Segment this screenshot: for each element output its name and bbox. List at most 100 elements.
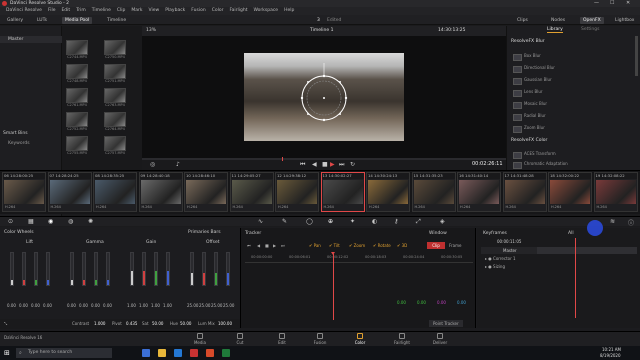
library-tab[interactable]: Library <box>547 27 563 33</box>
menu-item[interactable]: Playback <box>165 8 185 13</box>
close-button[interactable]: ✕ <box>626 0 630 7</box>
luts-button[interactable]: LUTs <box>34 17 50 24</box>
wheel-value[interactable]: 1.00 <box>127 303 136 308</box>
page-tab-media[interactable]: Media <box>180 332 220 345</box>
clip-thumbnail[interactable]: 12 14:29:38:12 H.264 <box>275 172 319 212</box>
taskbar-search[interactable]: ⌕ Type here to search <box>16 348 112 358</box>
wheel-value[interactable]: 0.00 <box>67 303 76 308</box>
smart-bin-keywords[interactable]: Keywords <box>8 141 30 146</box>
media-thumbnail[interactable]: C2757.MP4 <box>104 136 126 155</box>
primary-bar[interactable] <box>10 252 14 286</box>
zoom-checkbox[interactable]: ✔ Zoom <box>349 241 365 250</box>
clip-thumbnail[interactable]: 18 14:32:00:22 H.264 <box>548 172 592 212</box>
primary-bar[interactable] <box>166 252 170 286</box>
primary-bar[interactable] <box>106 252 110 286</box>
menu-item[interactable]: Trim <box>76 8 86 13</box>
maximize-button[interactable]: ☐ <box>610 0 614 7</box>
clip-thumbnail[interactable]: 15 14:31:35:23 H.264 <box>411 172 456 212</box>
primary-bar[interactable] <box>202 252 206 286</box>
media-thumbnail[interactable]: C2744.MP4 <box>66 40 88 59</box>
wheel-mode-icon[interactable]: ⤡ <box>4 319 7 329</box>
window-icon[interactable]: ◯ <box>306 218 313 225</box>
menu-item[interactable]: Clip <box>117 8 126 13</box>
contrast-value[interactable]: 1.000 <box>94 319 105 329</box>
rotate-checkbox[interactable]: ✔ Rotate <box>373 241 391 250</box>
menu-item[interactable]: Edit <box>61 8 70 13</box>
primary-bar[interactable] <box>94 252 98 286</box>
qualifier-icon[interactable]: ✎ <box>282 218 287 225</box>
menu-item[interactable]: Color <box>212 8 224 13</box>
wheel-value[interactable]: 1.00 <box>151 303 160 308</box>
primary-bar[interactable] <box>214 252 218 286</box>
clip-thumbnail[interactable]: 07 14:28:24:25 H.264 <box>47 172 92 212</box>
office-icon[interactable] <box>206 349 214 357</box>
clip-mode-button[interactable]: Clip <box>427 242 445 249</box>
3d-icon[interactable]: ◈ <box>440 218 445 225</box>
primaries-bars-tab[interactable]: Primaries Bars <box>188 230 221 235</box>
lum-mix-value[interactable]: 100.00 <box>218 319 232 329</box>
openfx-button[interactable]: OpenFX <box>580 17 604 24</box>
wheel-value[interactable]: 0.00 <box>79 303 88 308</box>
clip-thumbnail[interactable]: 19 14:32:08:22 H.264 <box>593 172 638 212</box>
settings-tab[interactable]: Settings <box>581 27 599 32</box>
wheel-value[interactable]: 0.00 <box>19 303 28 308</box>
wheel-value[interactable]: 25.00 <box>223 303 234 308</box>
primary-bar[interactable] <box>82 252 86 286</box>
wheel-value[interactable]: 0.00 <box>91 303 100 308</box>
timeline-button[interactable]: Timeline <box>104 17 129 24</box>
clip-thumbnail[interactable]: 11 14:29:05:27 H.264 <box>229 172 274 212</box>
color-match-icon[interactable]: ▦ <box>28 218 34 225</box>
excel-icon[interactable] <box>222 349 230 357</box>
window-mode-label[interactable]: Window <box>429 231 447 236</box>
page-tab-edit[interactable]: Edit <box>262 332 302 345</box>
library-scrollbar[interactable] <box>635 36 638 76</box>
menu-item[interactable]: DaVinci Resolve <box>6 8 42 13</box>
magic-mask-icon[interactable]: ✦ <box>350 218 355 225</box>
clip-thumbnail[interactable]: 14 14:30:24:13 H.264 <box>366 172 410 212</box>
media-thumbnail[interactable]: C2752.MP4 <box>66 112 88 131</box>
primary-bar[interactable] <box>190 252 194 286</box>
clip-thumbnail[interactable]: 09 14:28:40:18 H.264 <box>138 172 183 212</box>
loop-button[interactable]: ↻ <box>350 161 355 168</box>
wheel-value[interactable]: 1.00 <box>163 303 172 308</box>
timeline-name[interactable]: Timeline 1 <box>310 28 333 33</box>
keyframes-corrector-row[interactable]: ▸ ● Corrector 1 <box>485 256 516 261</box>
reverse-button[interactable]: ◀ <box>312 161 317 168</box>
media-thumbnail[interactable]: C2764.MP4 <box>104 112 126 131</box>
fx-item[interactable]: ACES Transform <box>510 150 630 159</box>
frame-mode-button[interactable]: Frame <box>449 241 461 250</box>
blur-icon[interactable]: ◐ <box>372 218 377 225</box>
play-button[interactable]: ▶ <box>330 161 335 168</box>
primary-bar[interactable] <box>154 252 158 286</box>
primary-bar[interactable] <box>226 252 230 286</box>
tilt-checkbox[interactable]: ✔ Tilt <box>329 241 340 250</box>
gallery-button[interactable]: Gallery <box>4 17 26 24</box>
fx-item[interactable]: Box Blur <box>510 52 630 61</box>
viewer-zoom[interactable]: 13% <box>146 28 156 33</box>
camera-raw-icon[interactable]: ⊙ <box>8 218 13 225</box>
pan-checkbox[interactable]: ✔ Pan <box>309 241 321 250</box>
page-tab-fairlight[interactable]: Fairlight <box>382 332 422 345</box>
keyframes-playhead[interactable] <box>575 238 576 318</box>
wheel-value[interactable]: 25.00 <box>187 303 198 308</box>
clip-thumbnail[interactable]: 08 14:28:35:25 H.264 <box>93 172 137 212</box>
fx-item[interactable]: Directional Blur <box>510 64 630 73</box>
track-forward-icon[interactable]: ▶ <box>273 241 276 250</box>
scopes-icon[interactable]: ≋ <box>610 218 615 225</box>
primary-bar[interactable] <box>130 252 134 286</box>
menu-item[interactable]: Mark <box>131 8 142 13</box>
3d-checkbox[interactable]: ✔ 3D <box>397 241 407 250</box>
fx-item[interactable]: Lens Blur <box>510 88 630 97</box>
minimize-button[interactable]: — <box>594 0 599 7</box>
wheel-value[interactable]: 0.00 <box>7 303 16 308</box>
menu-item[interactable]: Fairlight <box>229 8 247 13</box>
wheel-value[interactable]: 0.00 <box>31 303 40 308</box>
edge-icon[interactable] <box>142 349 150 357</box>
file-explorer-icon[interactable] <box>158 349 166 357</box>
wheel-value[interactable]: 0.00 <box>103 303 112 308</box>
fx-item[interactable]: Gaussian Blur <box>510 76 630 85</box>
menu-item[interactable]: File <box>48 8 56 13</box>
stop-button[interactable]: ■ <box>322 161 328 168</box>
start-icon[interactable]: ⊞ <box>4 349 10 357</box>
track-reverse-icon[interactable]: ◀ <box>257 241 260 250</box>
